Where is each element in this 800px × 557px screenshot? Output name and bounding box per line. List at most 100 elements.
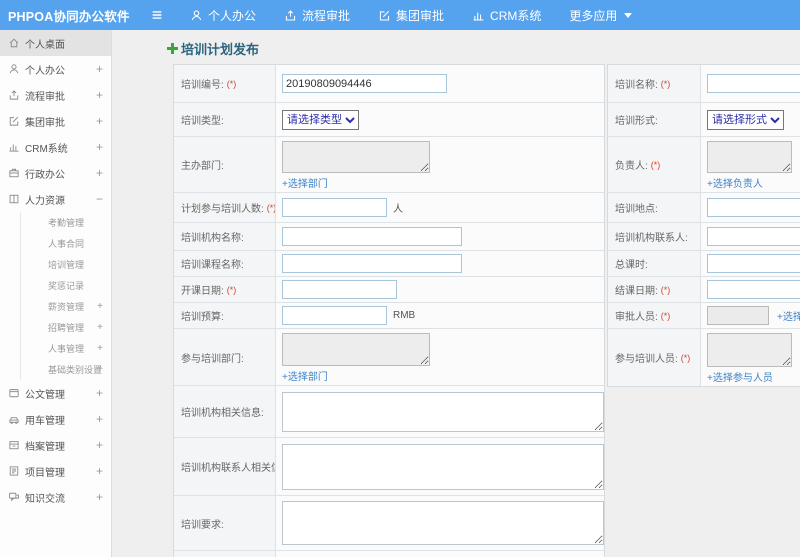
org-name-input[interactable] bbox=[282, 227, 462, 246]
sidebar-item-base-category-settings[interactable]: 基础类别设置 + bbox=[0, 359, 111, 380]
sidebar-item-crm-system[interactable]: CRM系统 + bbox=[0, 134, 111, 160]
nav-item-crm-system[interactable]: CRM系统 bbox=[472, 7, 541, 24]
sidebar-item-label: CRM系统 bbox=[25, 143, 68, 155]
sidebar-item-personnel-mgmt[interactable]: 人事管理 + bbox=[0, 338, 111, 359]
sidebar-item-knowledge-exchange[interactable]: 知识交流 + bbox=[0, 484, 111, 510]
sidebar-item-vehicle-mgmt[interactable]: 用车管理 + bbox=[0, 406, 111, 432]
sidebar-item-workflow-approval[interactable]: 流程审批 + bbox=[0, 82, 111, 108]
planned-participants-unit-label: 人 bbox=[393, 204, 403, 215]
end-date-input[interactable] bbox=[707, 280, 800, 299]
sidebar-item-label: 流程审批 bbox=[25, 91, 65, 103]
budget-input[interactable] bbox=[282, 306, 387, 325]
nav-item-group-approval[interactable]: 集团审批 bbox=[378, 7, 444, 24]
org-name-row: 培训机构名称: bbox=[174, 223, 604, 251]
approvers-row: 审批人员:(*) +选择审批人员 bbox=[608, 303, 800, 329]
nav-label-group-approval: 集团审批 bbox=[396, 8, 445, 23]
training-name-input[interactable] bbox=[707, 74, 800, 93]
org-contact-info-row: 培训机构联系人相关信息: bbox=[174, 438, 604, 496]
expand-plus-icon[interactable]: + bbox=[96, 439, 103, 451]
expand-plus-icon[interactable]: + bbox=[96, 465, 103, 477]
sidebar-item-recruitment-mgmt[interactable]: 招聘管理 + bbox=[0, 317, 111, 338]
training-location-input[interactable] bbox=[707, 198, 800, 217]
total-hours-label: 总课时: bbox=[608, 251, 701, 276]
org-contact-field-cell bbox=[701, 223, 800, 250]
car-icon bbox=[8, 413, 20, 425]
form-table-left: 培训编号:(*)培训类型:请选择类型主办部门:+选择部门计划参与培训人数:(*)… bbox=[173, 64, 605, 557]
sidebar-item-training-mgmt[interactable]: 培训管理 bbox=[0, 254, 111, 275]
expand-plus-icon[interactable]: + bbox=[96, 63, 103, 75]
sidebar-item-personal-office[interactable]: 个人办公 + bbox=[0, 56, 111, 82]
expand-plus-icon[interactable]: + bbox=[97, 322, 103, 333]
total-hours-input[interactable] bbox=[707, 254, 800, 273]
training-requirements-textarea[interactable] bbox=[282, 501, 604, 545]
sidebar-item-attendance-mgmt[interactable]: 考勤管理 bbox=[0, 212, 111, 233]
budget-field-cell: RMB bbox=[276, 303, 604, 328]
host-department-link[interactable]: +选择部门 bbox=[282, 175, 328, 190]
sidebar-item-archive-mgmt[interactable]: 档案管理 + bbox=[0, 432, 111, 458]
field-label-text: 主办部门: bbox=[181, 161, 224, 172]
menu-icon[interactable] bbox=[148, 6, 166, 24]
attachment-label: 附件文档: bbox=[174, 551, 276, 557]
sidebar-item-admin-office[interactable]: 行政办公 + bbox=[0, 160, 111, 186]
expand-plus-icon[interactable]: + bbox=[96, 491, 103, 503]
chevron-down-icon bbox=[624, 12, 633, 18]
org-contact-input[interactable] bbox=[707, 227, 800, 246]
sidebar-item-document-mgmt[interactable]: 公文管理 + bbox=[0, 380, 111, 406]
sidebar-item-project-mgmt[interactable]: 项目管理 + bbox=[0, 458, 111, 484]
field-label-text: 培训类型: bbox=[181, 116, 224, 127]
expand-plus-icon[interactable]: + bbox=[96, 141, 103, 153]
required-marker: (*) bbox=[660, 310, 671, 321]
sidebar-item-salary-mgmt[interactable]: 薪资管理 + bbox=[0, 296, 111, 317]
training-type-select[interactable]: 请选择类型 bbox=[282, 109, 359, 130]
org-info-textarea[interactable] bbox=[282, 391, 604, 432]
nav-item-workflow-approval[interactable]: 流程审批 bbox=[284, 7, 350, 24]
editsq-icon bbox=[378, 9, 391, 22]
expand-plus-icon[interactable]: + bbox=[97, 301, 103, 312]
responsible-person-link[interactable]: +选择负责人 bbox=[707, 175, 763, 190]
planned-participants-input[interactable] bbox=[282, 198, 387, 217]
expand-plus-icon[interactable]: + bbox=[97, 343, 103, 354]
participating-departments-textarea[interactable] bbox=[282, 333, 430, 366]
expand-plus-icon[interactable]: + bbox=[96, 387, 103, 399]
approvers-link[interactable]: +选择审批人员 bbox=[777, 308, 800, 323]
nav-item-personal-office[interactable]: 个人办公 bbox=[190, 7, 256, 24]
training-no-label: 培训编号: (*) bbox=[174, 65, 276, 102]
host-department-textarea[interactable] bbox=[282, 141, 430, 173]
participants-link[interactable]: +选择参与人员 bbox=[707, 369, 773, 384]
nav-item-more-apps[interactable]: 更多应用 bbox=[569, 7, 633, 24]
nav-label-crm-system: CRM系统 bbox=[490, 8, 542, 23]
sidebar-item-personal-desktop[interactable]: 个人桌面 bbox=[0, 30, 111, 56]
sidebar-item-human-resources[interactable]: 人力资源 − bbox=[0, 186, 111, 212]
field-label-text: 培训预算: bbox=[181, 312, 224, 323]
host-department-label: 主办部门: bbox=[174, 137, 276, 192]
required-marker: (*) bbox=[226, 284, 237, 295]
form-table-right: 培训名称: (*) 培训形式: 请选择形式 负责人: (*) +选择负责人 培训地点: 培训机构… bbox=[607, 64, 800, 387]
attachment-field-cell: +附件上传 bbox=[276, 551, 604, 557]
training-requirements-row: 培训要求: bbox=[174, 496, 604, 551]
sidebar-item-label: 奖惩记录 bbox=[48, 281, 85, 291]
training-no-input[interactable] bbox=[282, 74, 447, 93]
org-contact-info-textarea[interactable] bbox=[282, 443, 604, 490]
course-name-input[interactable] bbox=[282, 254, 462, 273]
field-label-text: 培训机构联系人相关信息: bbox=[181, 463, 275, 474]
expand-plus-icon[interactable]: + bbox=[96, 413, 103, 425]
budget-unit-label: RMB bbox=[393, 310, 416, 321]
expand-plus-icon[interactable]: + bbox=[96, 89, 103, 101]
sidebar-item-reward-punish-records[interactable]: 奖惩记录 bbox=[0, 275, 111, 296]
required-marker: (*) bbox=[650, 159, 661, 170]
responsible-person-textarea[interactable] bbox=[707, 141, 792, 173]
participating-departments-link[interactable]: +选择部门 bbox=[282, 368, 328, 383]
start-date-input[interactable] bbox=[282, 280, 397, 299]
sidebar-item-group-approval[interactable]: 集团审批 + bbox=[0, 108, 111, 134]
sidebar-item-hr-contract[interactable]: 人事合同 bbox=[0, 233, 111, 254]
sidebar-item-label: 考勤管理 bbox=[48, 218, 85, 228]
expand-plus-icon[interactable]: + bbox=[96, 167, 103, 179]
training-requirements-field-cell bbox=[276, 496, 604, 550]
participants-textarea[interactable] bbox=[707, 333, 792, 367]
approvers-input[interactable] bbox=[707, 306, 769, 325]
collapse-minus-icon[interactable]: − bbox=[96, 193, 103, 205]
home-icon bbox=[8, 37, 20, 49]
expand-plus-icon[interactable]: + bbox=[96, 115, 103, 127]
training-form-select[interactable]: 请选择形式 bbox=[707, 109, 784, 130]
expand-plus-icon[interactable]: + bbox=[97, 364, 103, 375]
